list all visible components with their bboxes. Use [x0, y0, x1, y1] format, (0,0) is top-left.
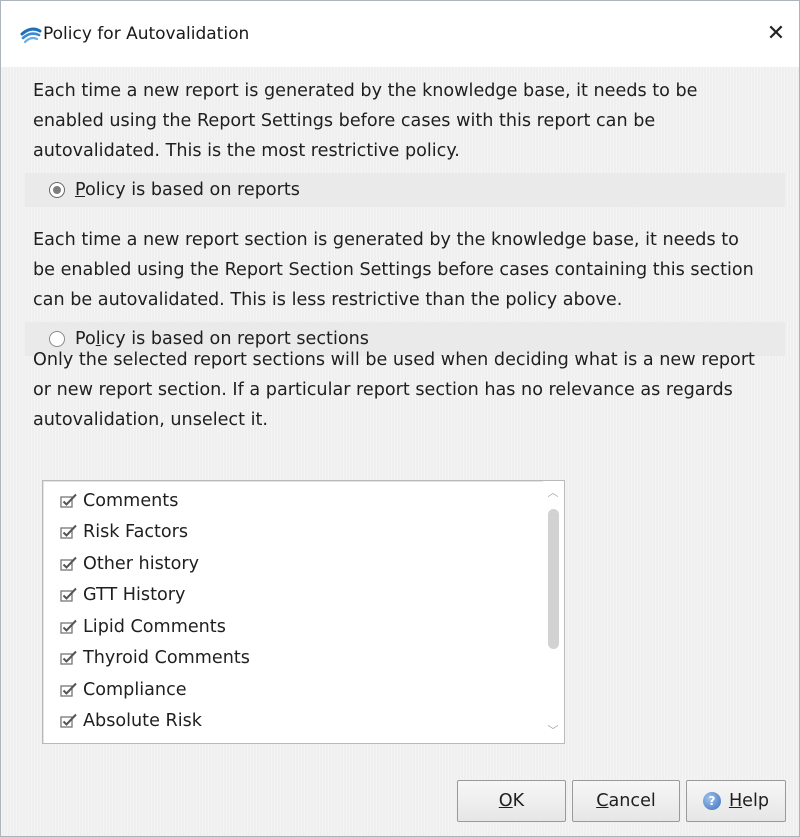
list-item[interactable]: Risk Factors — [43, 517, 537, 549]
dialog-content: Each time a new report is generated by t… — [1, 67, 799, 836]
ok-mnemonic: O — [498, 791, 513, 811]
close-icon: ✕ — [766, 20, 786, 46]
checkmark-icon[interactable] — [60, 713, 78, 729]
list-item-label: Absolute Risk — [83, 711, 202, 732]
cancel-mnemonic: C — [596, 791, 609, 811]
checkmark-icon[interactable] — [60, 619, 78, 635]
window-title: Policy for Autovalidation — [43, 24, 250, 44]
list-item[interactable]: Comments — [43, 485, 537, 517]
help-icon: ? — [702, 792, 721, 810]
cancel-label: ancel — [608, 791, 656, 811]
help-mnemonic: H — [728, 791, 743, 811]
list-item[interactable]: Lipid Comments — [43, 611, 537, 643]
chevron-down-icon[interactable]: ﹀ — [545, 723, 561, 739]
text-line: be enabled using the Report Section Sett… — [33, 260, 754, 280]
list-item-label: Other history — [83, 553, 200, 574]
text-line: can be autovalidated. This is less restr… — [33, 290, 623, 310]
list-item-label: Lipid Comments — [83, 616, 226, 637]
checkmark-icon[interactable] — [60, 650, 78, 666]
checkmark-icon[interactable] — [60, 587, 78, 603]
app-logo-icon — [20, 27, 42, 44]
ok-button[interactable]: OK — [457, 780, 566, 822]
list-item-label: Thyroid Comments — [83, 648, 250, 669]
text-line: autovalidated. This is the most restrict… — [33, 141, 460, 161]
radio-policy-reports[interactable]: Policy is based on reports — [25, 173, 785, 207]
list-item-label: Risk Factors — [83, 522, 189, 543]
list-item-label: GTT History — [83, 585, 186, 606]
text-line: or new report section. If a particular r… — [33, 380, 733, 400]
checkmark-icon[interactable] — [60, 493, 78, 509]
checkmark-icon[interactable] — [60, 556, 78, 572]
report-sections-list[interactable]: Comments Risk Factors Other history GTT … — [42, 480, 565, 744]
title-bar[interactable]: Policy for Autovalidation ✕ — [1, 1, 799, 67]
text-line: Only the selected report sections will b… — [33, 350, 755, 370]
help-label: elp — [742, 791, 770, 811]
radio-label-reports[interactable]: Policy is based on reports — [75, 180, 300, 200]
checkmark-icon[interactable] — [60, 524, 78, 540]
ok-label: K — [512, 791, 525, 811]
list-items-container: Comments Risk Factors Other history GTT … — [43, 485, 537, 737]
list-item[interactable]: Compliance — [43, 674, 537, 706]
list-item[interactable]: GTT History — [43, 580, 537, 612]
list-item-label: Comments — [83, 490, 179, 511]
sections-policy-description: Each time a new report section is genera… — [33, 225, 773, 315]
chevron-up-icon[interactable]: ︿ — [545, 485, 561, 501]
cancel-button[interactable]: Cancel — [572, 780, 680, 822]
text-line: autovalidation, unselect it. — [33, 410, 268, 430]
help-button[interactable]: ? Help — [686, 780, 786, 822]
radio-button-checked[interactable] — [49, 182, 65, 198]
reports-policy-description: Each time a new report is generated by t… — [33, 76, 773, 166]
list-item-label: Compliance — [83, 679, 187, 700]
scrollbar-thumb[interactable] — [548, 509, 559, 649]
selection-note: Only the selected report sections will b… — [33, 345, 773, 435]
list-item[interactable]: Thyroid Comments — [43, 643, 537, 675]
dialog-window: Policy for Autovalidation ✕ Each time a … — [0, 0, 800, 837]
text-line: Each time a new report is generated by t… — [33, 81, 698, 101]
text-line: enabled using the Report Settings before… — [33, 111, 656, 131]
list-item[interactable]: Other history — [43, 548, 537, 580]
vertical-scrollbar[interactable]: ︿ ﹀ — [543, 481, 564, 743]
close-button[interactable]: ✕ — [759, 16, 793, 50]
checkmark-icon[interactable] — [60, 682, 78, 698]
text-line: Each time a new report section is genera… — [33, 230, 739, 250]
list-item[interactable]: Absolute Risk — [43, 706, 537, 738]
